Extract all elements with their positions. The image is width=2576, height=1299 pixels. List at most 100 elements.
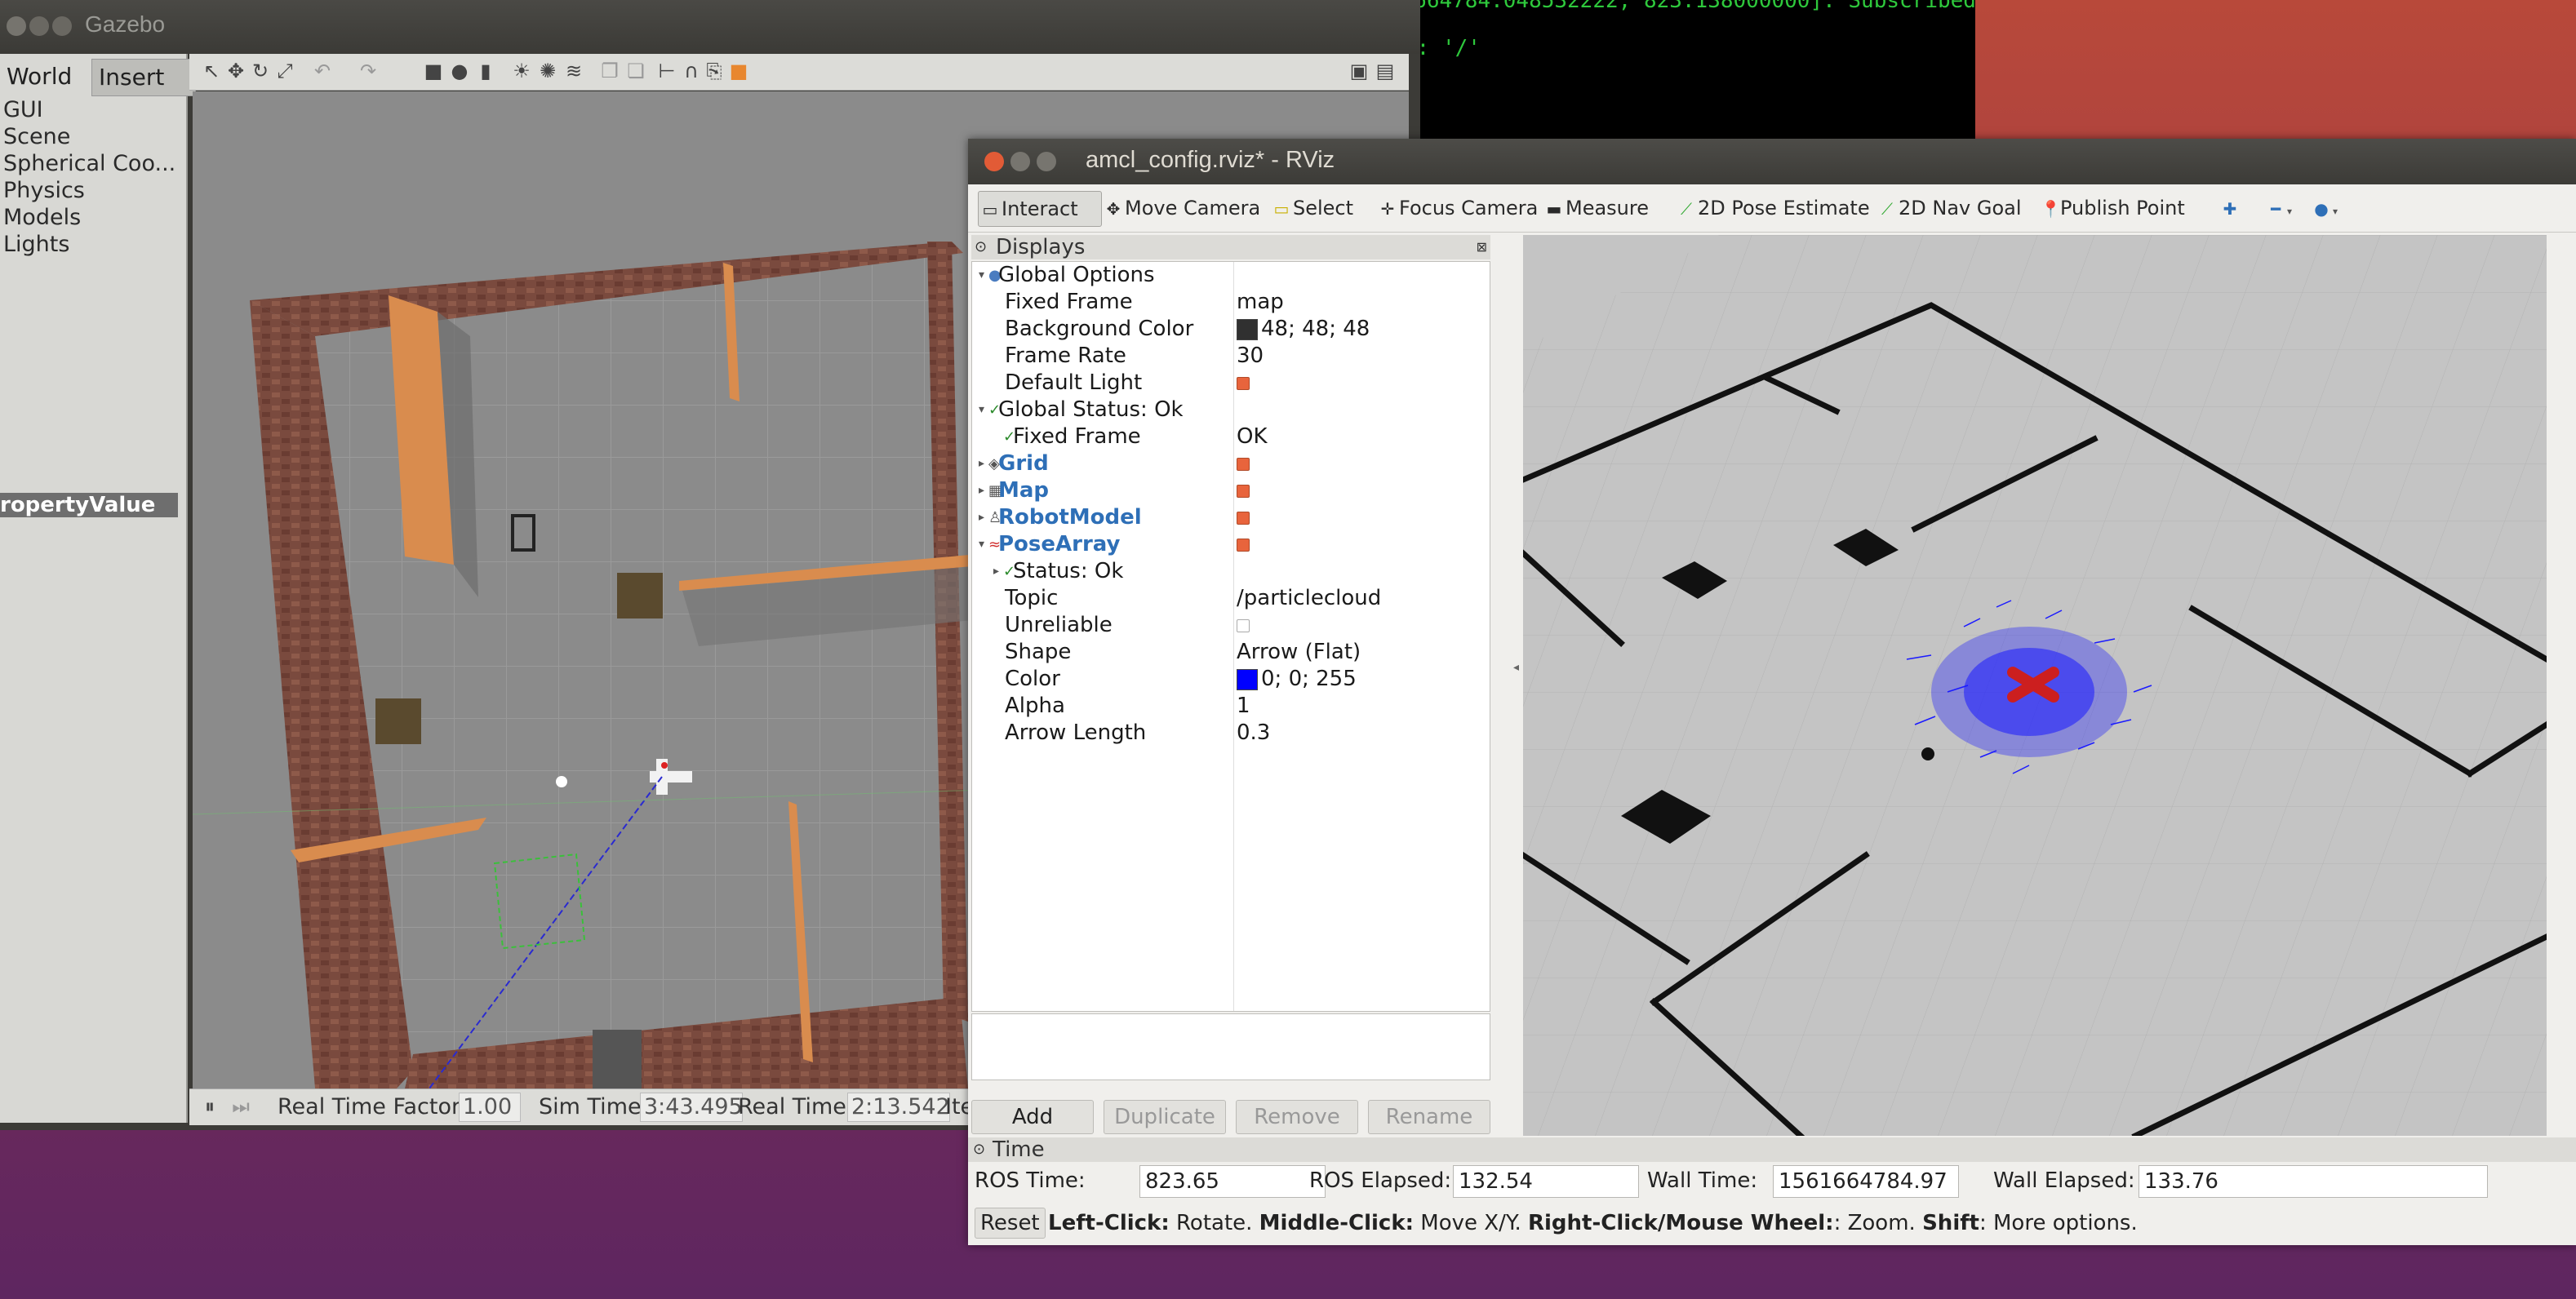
checkbox-unchecked[interactable] (1237, 612, 1250, 639)
wall-time-field[interactable]: 1561664784.97 (1773, 1165, 1959, 1198)
pause-icon[interactable]: ⏸ (199, 1096, 220, 1117)
tree-row-robot-model[interactable]: ▸ ♙ RobotModel (972, 504, 1490, 531)
property-value[interactable]: /particlecloud (1237, 585, 1381, 612)
checkbox-checked[interactable] (1237, 504, 1250, 531)
chevron-right-icon[interactable]: ▸ (979, 504, 984, 531)
reset-button[interactable]: Reset (975, 1208, 1046, 1239)
point-light-icon[interactable]: ☀ (511, 60, 532, 82)
camera-type-button[interactable]: ● ▾ (2313, 194, 2338, 222)
chevron-right-icon[interactable]: ▸ (993, 558, 999, 585)
tree-item-lights[interactable]: Lights (3, 231, 183, 258)
tree-row-unreliable[interactable]: Unreliable (972, 612, 1490, 639)
property-value[interactable]: 0.3 (1237, 720, 1270, 747)
tree-row-pose-array[interactable]: ▾ ≈ PoseArray (972, 531, 1490, 558)
gazebo-title-bar[interactable]: Gazebo (0, 0, 1420, 54)
ros-elapsed-field[interactable]: 132.54 (1453, 1165, 1639, 1198)
maximize-icon[interactable] (1037, 152, 1056, 171)
select-mode-icon[interactable]: ↖ (201, 60, 222, 82)
chevron-right-icon[interactable]: ▸ (979, 477, 984, 504)
add-tool-button[interactable]: ✚ (2222, 194, 2241, 222)
property-value[interactable]: 1 (1237, 693, 1250, 720)
checkbox-checked[interactable] (1237, 531, 1250, 558)
chevron-down-icon[interactable]: ▾ (979, 262, 984, 289)
tree-row-status-ok[interactable]: ▸ ✓ Status: Ok (972, 558, 1490, 585)
property-value[interactable]: map (1237, 289, 1284, 316)
tree-row-global-options[interactable]: ▾ ● Global Options (972, 262, 1490, 289)
snap-icon[interactable]: ∩ (681, 60, 702, 82)
tab-world[interactable]: World (0, 59, 95, 95)
tree-item-gui[interactable]: GUI (3, 96, 183, 123)
add-button[interactable]: Add (971, 1100, 1094, 1134)
property-value[interactable]: 48; 48; 48 (1237, 316, 1370, 343)
tree-row-status-fixed-frame[interactable]: ✓ Fixed Frame OK (972, 423, 1490, 450)
tree-item-spherical[interactable]: Spherical Coo... (3, 150, 183, 177)
tree-row-fixed-frame[interactable]: Fixed Frame map (972, 289, 1490, 316)
record-icon[interactable]: ■ (728, 60, 749, 82)
box-icon[interactable]: ■ (423, 60, 444, 82)
remove-tool-button[interactable]: ━ ▾ (2267, 194, 2292, 222)
wall-elapsed-field[interactable]: 133.76 (2139, 1165, 2488, 1198)
move-camera-tool-button[interactable]: ✥ Move Camera (1105, 194, 1261, 222)
minimize-icon[interactable] (29, 16, 49, 36)
maximize-icon[interactable] (52, 16, 72, 36)
scale-icon[interactable]: ⤢ (274, 60, 295, 82)
tree-row-grid[interactable]: ▸ ◈ Grid (972, 450, 1490, 477)
sphere-icon[interactable]: ● (449, 60, 470, 82)
view-panel-handle[interactable] (2552, 235, 2571, 1136)
tree-row-alpha[interactable]: Alpha 1 (972, 693, 1490, 720)
chevron-down-icon[interactable]: ▾ (979, 397, 984, 423)
measure-tool-button[interactable]: ▬ Measure (1546, 194, 1649, 222)
nav-goal-tool-button[interactable]: ⟋ 2D Nav Goal (1879, 194, 2022, 222)
spot-light-icon[interactable]: ✺ (537, 60, 558, 82)
directional-light-icon[interactable]: ≋ (563, 60, 584, 82)
chevron-down-icon[interactable]: ▾ (979, 531, 984, 558)
ros-time-field[interactable]: 823.65 (1139, 1165, 1326, 1198)
tree-item-physics[interactable]: Physics (3, 177, 183, 204)
minimize-icon[interactable] (1010, 152, 1030, 171)
collapse-left-icon[interactable]: ◂ (1513, 661, 1519, 674)
property-value[interactable]: Arrow (Flat) (1237, 639, 1361, 666)
tab-insert[interactable]: Insert (91, 59, 196, 96)
step-icon[interactable]: ⏭ (230, 1096, 251, 1117)
copy-icon[interactable]: ❐ (599, 60, 620, 82)
rename-button[interactable]: Rename (1368, 1100, 1490, 1134)
remove-button[interactable]: Remove (1236, 1100, 1358, 1134)
close-icon[interactable] (7, 16, 26, 36)
tree-row-shape[interactable]: Shape Arrow (Flat) (972, 639, 1490, 666)
pose-estimate-tool-button[interactable]: ⟋ 2D Pose Estimate (1678, 194, 1870, 222)
close-icon[interactable]: ⊠ (1477, 235, 1487, 259)
cylinder-icon[interactable]: ▮ (475, 60, 496, 82)
property-value[interactable]: 0; 0; 255 (1237, 666, 1357, 693)
tree-row-background-color[interactable]: Background Color 48; 48; 48 (972, 316, 1490, 343)
rviz-title-bar[interactable]: amcl_config.rviz* - RViz (968, 139, 2576, 184)
tree-item-models[interactable]: Models (3, 204, 183, 231)
tree-row-frame-rate[interactable]: Frame Rate 30 (972, 343, 1490, 370)
chevron-right-icon[interactable]: ▸ (979, 450, 984, 477)
tree-row-arrow-length[interactable]: Arrow Length 0.3 (972, 720, 1490, 747)
tree-row-map[interactable]: ▸ ▦ Map (972, 477, 1490, 504)
change-view-icon[interactable]: ⎘ (704, 60, 725, 82)
tree-row-default-light[interactable]: Default Light (972, 370, 1490, 397)
paste-icon[interactable]: ❏ (625, 60, 646, 82)
interact-tool-button[interactable]: ▭ Interact (978, 191, 1102, 227)
checkbox-checked[interactable] (1237, 370, 1250, 397)
publish-point-tool-button[interactable]: 📍Publish Point (2041, 194, 2185, 222)
select-tool-button[interactable]: ▭ Select (1273, 194, 1354, 222)
checkbox-checked[interactable] (1237, 477, 1250, 504)
align-icon[interactable]: ⊢ (656, 60, 677, 82)
focus-camera-tool-button[interactable]: ✛ Focus Camera (1379, 194, 1539, 222)
tree-row-topic[interactable]: Topic /particlecloud (972, 585, 1490, 612)
rotate-icon[interactable]: ↻ (250, 60, 271, 82)
rviz-3d-view[interactable] (1523, 235, 2547, 1136)
tree-row-global-status[interactable]: ▾ ✓ Global Status: Ok (972, 397, 1490, 423)
tree-item-scene[interactable]: Scene (3, 123, 183, 150)
log-icon[interactable]: ▤ (1375, 60, 1396, 82)
translate-icon[interactable]: ✥ (225, 60, 246, 82)
duplicate-button[interactable]: Duplicate (1104, 1100, 1226, 1134)
undo-icon[interactable]: ↶ (312, 60, 333, 82)
close-icon[interactable] (984, 152, 1004, 171)
checkbox-checked[interactable] (1237, 450, 1250, 477)
redo-icon[interactable]: ↷ (358, 60, 379, 82)
tree-row-color[interactable]: Color 0; 0; 255 (972, 666, 1490, 693)
property-value[interactable]: 30 (1237, 343, 1264, 370)
